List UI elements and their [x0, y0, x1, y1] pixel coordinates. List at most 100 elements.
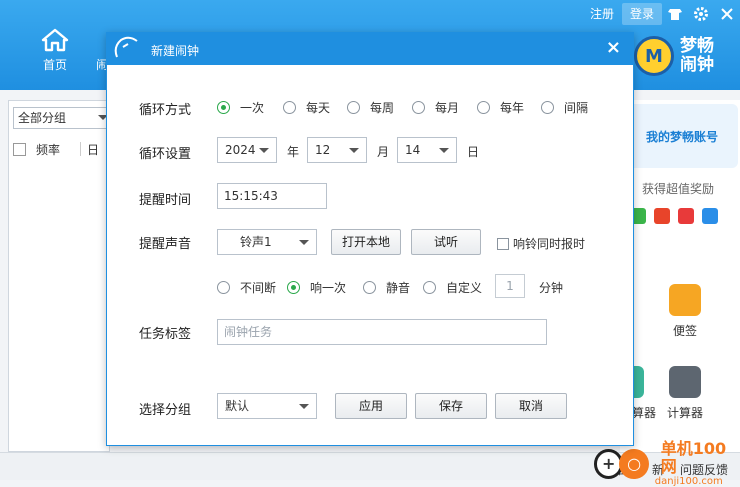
repeat-setting-label: 循环设置	[139, 147, 192, 162]
sound-select[interactable]: 铃声1	[217, 229, 317, 255]
year-select[interactable]: 2024	[217, 137, 277, 163]
repeat-yearly-radio[interactable]: 每年	[477, 99, 524, 116]
month-value: 12	[315, 143, 331, 157]
radio-label: 每周	[370, 101, 395, 115]
register-link[interactable]: 注册	[582, 3, 622, 25]
checkbox-box	[497, 237, 509, 250]
preview-button[interactable]: 试听	[411, 229, 481, 255]
radio-dot	[217, 281, 230, 294]
orange-badge-icon: ○	[619, 448, 649, 479]
radio-dot	[347, 101, 360, 114]
year-value: 2024	[225, 143, 256, 157]
promo-icons	[630, 208, 718, 224]
radio-label: 自定义	[446, 281, 483, 295]
radio-label: 一次	[240, 101, 265, 115]
open-local-button[interactable]: 打开本地	[331, 229, 401, 255]
group-value: 默认	[225, 399, 250, 413]
logo-text: 梦畅闹钟	[680, 36, 714, 75]
chevron-down-icon	[299, 240, 309, 245]
alarm-clock-icon	[114, 36, 138, 58]
day-unit: 日	[467, 145, 480, 159]
announce-time-checkbox[interactable]: 响铃同时报时	[497, 235, 585, 252]
sound-value: 铃声1	[240, 235, 272, 249]
group-label: 选择分组	[139, 403, 192, 418]
new-alarm-dialog: 新建闹钟 × 循环方式 一次 每天 每周 每月 每年 间隔 循环设置 2024 …	[106, 32, 634, 446]
side-panel: 我的梦畅账号 获得超值奖励 便签 算器 计算器	[620, 100, 740, 452]
group-filter-value: 全部分组	[18, 111, 67, 125]
nav-home-label: 首页	[42, 58, 67, 72]
radio-label: 每天	[306, 101, 331, 115]
tool-calculator-label: 计算器	[666, 406, 703, 420]
col-date[interactable]: 日	[87, 141, 99, 158]
settings-gear-icon[interactable]	[688, 1, 714, 27]
month-unit: 月	[377, 145, 390, 159]
day-value: 14	[405, 143, 421, 157]
tool-calc-partial-label: 算器	[631, 406, 656, 420]
radio-label: 每年	[500, 101, 525, 115]
remind-sound-label: 提醒声音	[139, 237, 192, 252]
radio-label: 每月	[435, 101, 460, 115]
repeat-daily-radio[interactable]: 每天	[283, 99, 330, 116]
remind-time-label: 提醒时间	[139, 193, 192, 208]
chevron-down-icon	[259, 148, 269, 153]
promo-red-icon[interactable]	[654, 208, 670, 224]
watermark-text: 单机100网	[660, 439, 727, 476]
gift-icon[interactable]	[678, 208, 694, 224]
group-select[interactable]: 默认	[217, 393, 317, 419]
reward-link[interactable]: 获得超值奖励	[642, 180, 714, 197]
repeat-monthly-radio[interactable]: 每月	[412, 99, 459, 116]
clock-logo-icon: M	[634, 36, 674, 76]
radio-label: 间隔	[564, 101, 589, 115]
col-frequency[interactable]: 频率	[36, 141, 60, 158]
tool-notes-label: 便签	[672, 324, 697, 338]
cancel-button[interactable]: 取消	[495, 393, 567, 419]
dialog-title-bar: 新建闹钟 ×	[107, 33, 633, 65]
radio-label: 静音	[386, 281, 411, 295]
app-logo: M 梦畅闹钟	[634, 36, 728, 76]
repeat-once-radio[interactable]: 一次	[217, 99, 264, 116]
radio-dot	[287, 281, 300, 294]
minutes-unit: 分钟	[539, 281, 564, 295]
group-filter-select[interactable]: 全部分组	[13, 107, 113, 129]
ring-mute-radio[interactable]: 静音	[363, 279, 410, 296]
chevron-down-icon	[299, 404, 309, 409]
radio-dot	[423, 281, 436, 294]
repeat-mode-label: 循环方式	[139, 103, 192, 118]
custom-minutes-input[interactable]: 1	[495, 274, 525, 298]
promo-blue-icon[interactable]	[702, 208, 718, 224]
apply-button[interactable]: 应用	[335, 393, 407, 419]
save-button[interactable]: 保存	[415, 393, 487, 419]
announce-time-label: 响铃同时报时	[513, 237, 586, 251]
radio-dot	[283, 101, 296, 114]
alarm-list-panel: 全部分组 频率 日	[8, 100, 113, 452]
task-tag-input[interactable]: 闹钟任务	[217, 319, 547, 345]
home-icon	[41, 28, 69, 52]
dialog-close-icon[interactable]: ×	[606, 39, 621, 57]
skin-icon[interactable]	[662, 1, 688, 27]
month-select[interactable]: 12	[307, 137, 367, 163]
repeat-interval-radio[interactable]: 间隔	[541, 99, 588, 116]
tool-calculator[interactable]: 计算器	[660, 366, 710, 421]
radio-dot	[363, 281, 376, 294]
calculator-icon	[669, 366, 701, 398]
task-tag-label: 任务标签	[139, 327, 192, 342]
ring-custom-radio[interactable]: 自定义	[423, 279, 482, 296]
ring-continuous-radio[interactable]: 不间断	[217, 279, 276, 296]
tool-notes[interactable]: 便签	[660, 284, 710, 339]
day-select[interactable]: 14	[397, 137, 457, 163]
pencil-icon	[669, 284, 701, 316]
ring-once-radio[interactable]: 响一次	[287, 279, 346, 296]
watermark-sub: danji100.com	[654, 476, 723, 487]
radio-dot	[217, 101, 230, 114]
chevron-down-icon	[439, 148, 449, 153]
radio-label: 响一次	[310, 281, 347, 295]
account-link[interactable]: 我的梦畅账号	[626, 104, 738, 168]
nav-home[interactable]: 首页	[28, 28, 82, 78]
close-window-icon[interactable]	[714, 1, 740, 27]
repeat-weekly-radio[interactable]: 每周	[347, 99, 394, 116]
radio-dot	[477, 101, 490, 114]
remind-time-input[interactable]: 15:15:43	[217, 183, 327, 209]
login-button[interactable]: 登录	[621, 3, 662, 25]
radio-dot	[541, 101, 554, 114]
select-all-checkbox[interactable]	[13, 142, 26, 156]
